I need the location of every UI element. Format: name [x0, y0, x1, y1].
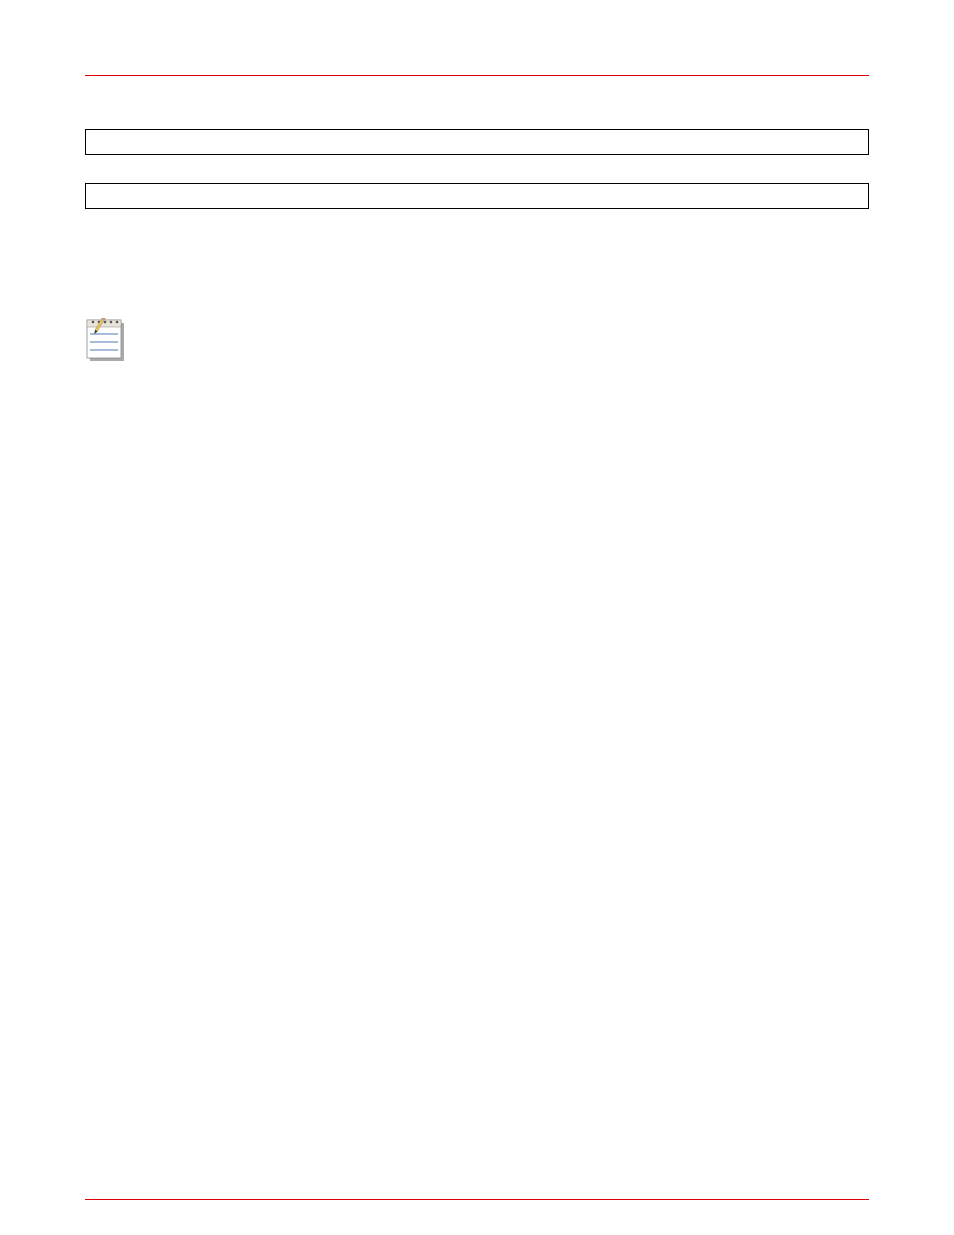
header-rule: [85, 75, 869, 76]
footer-rule: [85, 1199, 869, 1200]
note-icon: [85, 318, 125, 367]
code-box-2: [85, 183, 869, 209]
code-box-1: [85, 129, 869, 155]
